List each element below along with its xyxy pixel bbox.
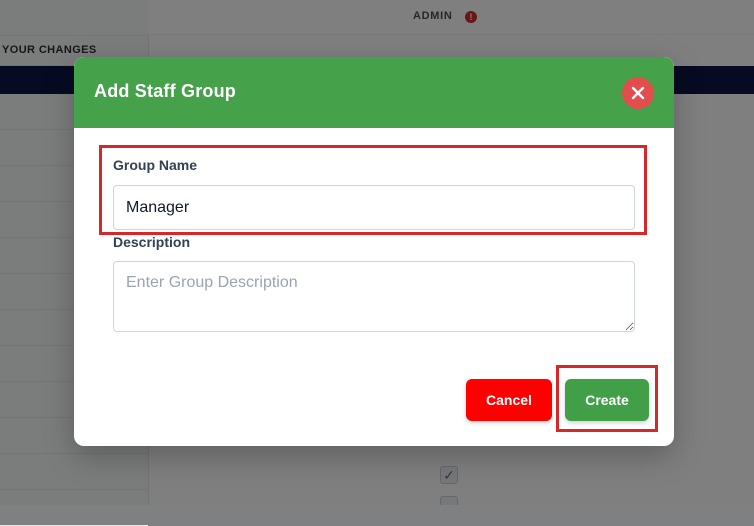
cancel-button[interactable]: Cancel [466, 379, 552, 421]
add-staff-group-modal: Add Staff Group Group Name Description C… [74, 57, 674, 446]
description-textarea[interactable] [113, 261, 635, 332]
modal-header: Add Staff Group [74, 57, 674, 128]
description-label: Description [113, 234, 191, 250]
close-button[interactable] [622, 77, 654, 109]
modal-body: Group Name Description Cancel Create [74, 128, 674, 446]
create-button[interactable]: Create [565, 379, 649, 421]
group-name-label: Group Name [113, 157, 198, 173]
group-name-input[interactable] [113, 185, 635, 230]
modal-title: Add Staff Group [94, 81, 236, 101]
close-icon [631, 86, 645, 100]
